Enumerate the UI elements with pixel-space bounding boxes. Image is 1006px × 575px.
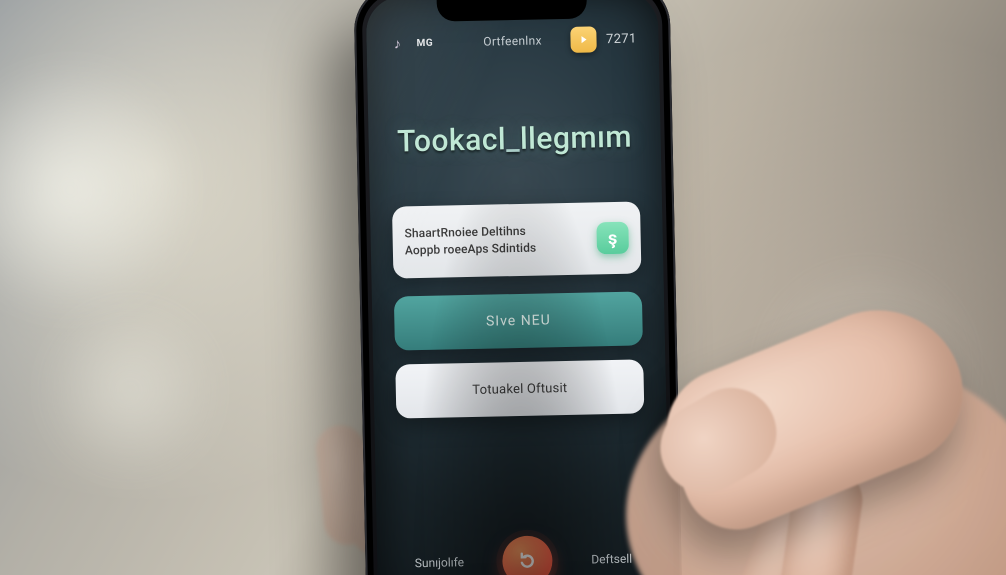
app-title: Tookacl_llegmım [368,119,661,160]
bottom-nav-left[interactable]: Sunıjolıfe [415,555,465,570]
app-title-part-a: Tookacl [397,122,507,159]
bokeh-light [40,300,220,480]
app-title-separator: _ [506,122,521,157]
bokeh-light [0,60,200,320]
notch [437,0,588,22]
app-title-part-b: llegmım [520,120,633,157]
hand-right [486,195,1006,575]
scene: ♪ MG Ortfeenlnx 7271 Tookacl_llegmım Sha… [0,0,1006,575]
status-bar: ♪ MG Ortfeenlnx 7271 [366,25,658,57]
